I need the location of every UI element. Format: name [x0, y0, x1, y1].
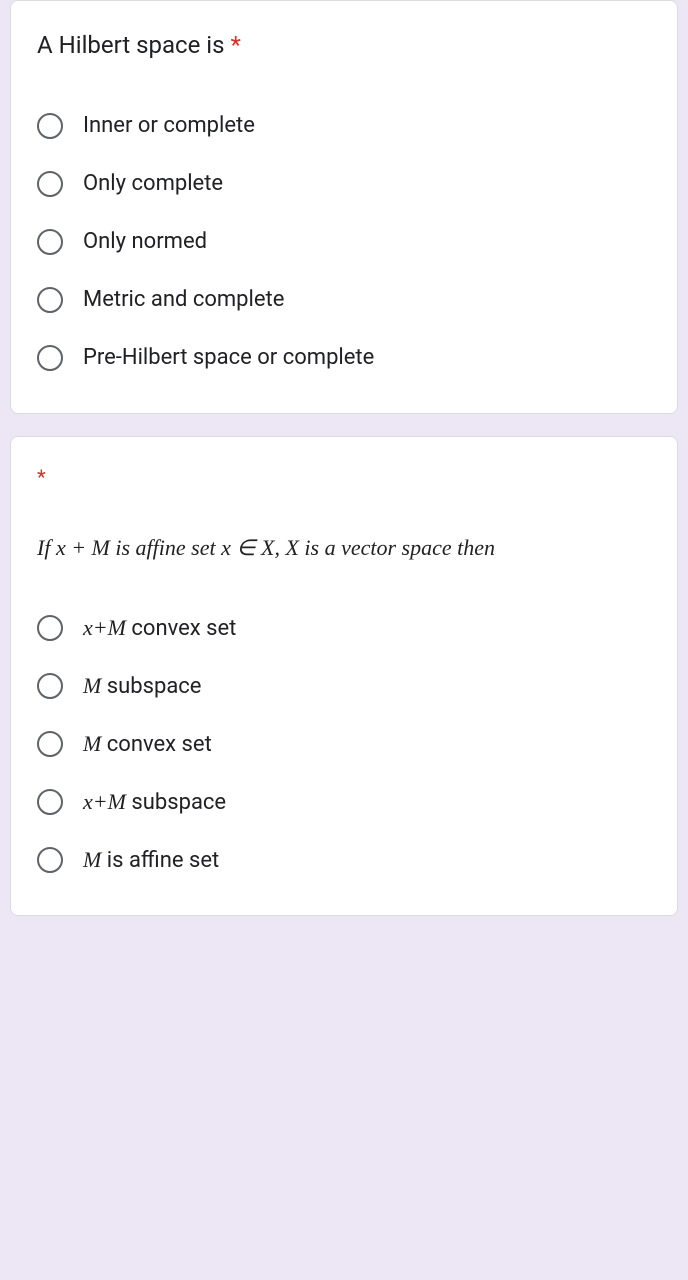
- radio-icon: [37, 171, 63, 197]
- radio-icon: [37, 673, 63, 699]
- radio-option[interactable]: Inner or complete: [37, 97, 651, 155]
- option-rest: is affine set: [101, 848, 219, 873]
- option-label: Pre-Hilbert space or complete: [83, 345, 374, 370]
- question-subtext: If x + M is affine set x ∈ X, X is a vec…: [37, 535, 651, 561]
- math-italic: x+M: [83, 615, 126, 640]
- radio-icon: [37, 847, 63, 873]
- math-italic: M: [83, 847, 101, 872]
- radio-option[interactable]: x+M convex set: [37, 599, 651, 657]
- question-title: A Hilbert space is *: [37, 29, 651, 63]
- radio-option[interactable]: M convex set: [37, 715, 651, 773]
- radio-icon: [37, 113, 63, 139]
- radio-icon: [37, 287, 63, 313]
- radio-option[interactable]: Only normed: [37, 213, 651, 271]
- option-label: x+M subspace: [83, 789, 226, 815]
- option-label: Metric and complete: [83, 287, 284, 312]
- radio-icon: [37, 789, 63, 815]
- option-rest: subspace: [101, 674, 201, 699]
- math-italic: x+M: [83, 789, 126, 814]
- radio-option[interactable]: M is affine set: [37, 831, 651, 889]
- math-italic: M: [83, 673, 101, 698]
- question-card: A Hilbert space is * Inner or complete O…: [10, 0, 678, 414]
- radio-icon: [37, 229, 63, 255]
- option-rest: subspace: [126, 790, 226, 815]
- radio-icon: [37, 345, 63, 371]
- math-italic: M: [83, 731, 101, 756]
- radio-option[interactable]: Metric and complete: [37, 271, 651, 329]
- option-label: M convex set: [83, 731, 212, 757]
- option-label: x+M convex set: [83, 615, 236, 641]
- radio-icon: [37, 615, 63, 641]
- option-list: x+M convex set M subspace M convex set x…: [37, 599, 651, 889]
- radio-option[interactable]: x+M subspace: [37, 773, 651, 831]
- radio-option[interactable]: Pre-Hilbert space or complete: [37, 329, 651, 387]
- option-rest: convex set: [126, 616, 236, 641]
- option-label: M is affine set: [83, 847, 219, 873]
- required-asterisk: *: [37, 465, 651, 489]
- radio-icon: [37, 731, 63, 757]
- option-rest: convex set: [101, 732, 211, 757]
- question-title-text: A Hilbert space is: [37, 31, 225, 59]
- question-card: * If x + M is affine set x ∈ X, X is a v…: [10, 436, 678, 916]
- option-list: Inner or complete Only complete Only nor…: [37, 97, 651, 387]
- option-label: Only complete: [83, 171, 223, 196]
- option-label: Only normed: [83, 229, 207, 254]
- option-label: M subspace: [83, 673, 201, 699]
- required-asterisk: *: [230, 31, 240, 59]
- radio-option[interactable]: M subspace: [37, 657, 651, 715]
- radio-option[interactable]: Only complete: [37, 155, 651, 213]
- option-label: Inner or complete: [83, 113, 255, 138]
